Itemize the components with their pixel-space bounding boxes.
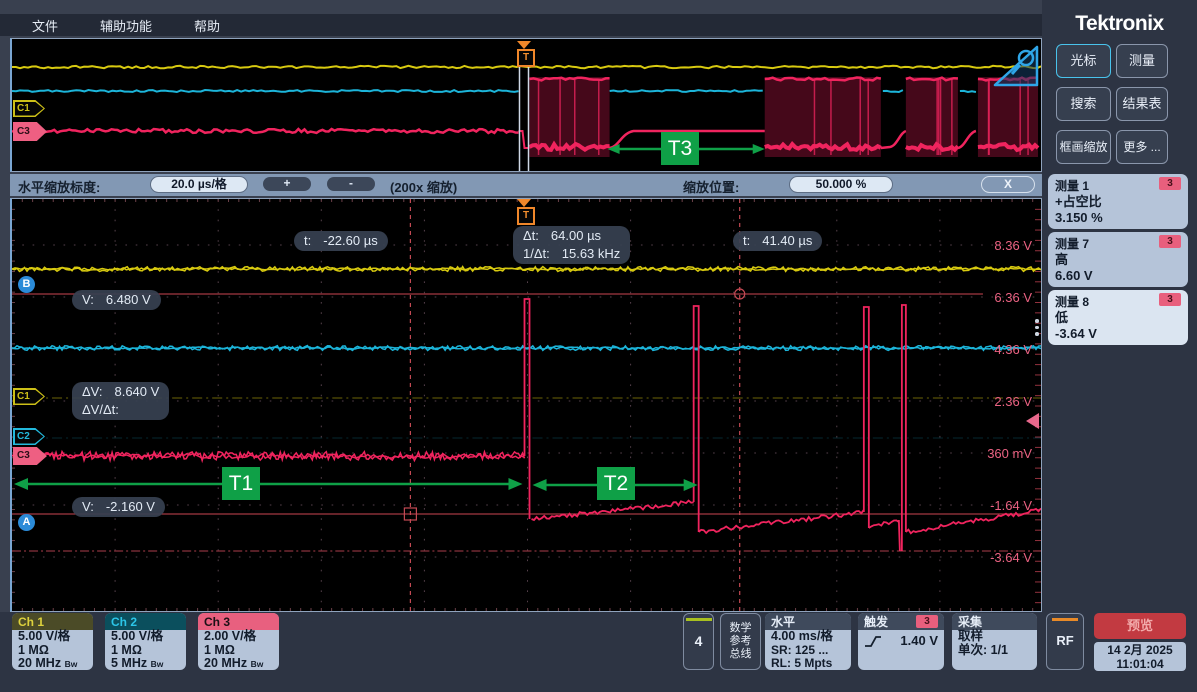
- waveform-count-button[interactable]: 4: [683, 613, 714, 670]
- zoom-close-button[interactable]: X: [981, 176, 1035, 193]
- bandwidth-suffix: Bw: [251, 659, 264, 669]
- cursor2-marker[interactable]: C2: [13, 428, 45, 445]
- trigger-position-icon-main[interactable]: [517, 199, 531, 207]
- cursor-a-voltage-readout: V:-2.160 V: [72, 497, 165, 517]
- more-button[interactable]: 更多 ...: [1116, 130, 1168, 164]
- oscilloscope-screen: 文件 辅助功能 帮助 C1 C3 T3 T 水平缩放标度: 20.0 µs/格 …: [0, 0, 1197, 692]
- trigger-marker-overview[interactable]: T: [517, 49, 535, 67]
- cursor1-marker[interactable]: C1: [13, 388, 45, 405]
- trigger-source-badge: 3: [916, 615, 938, 628]
- right-sidebar: Tektronix 光标 测量 搜索 结果表 框画缩放 更多 ... 测量 1 …: [1042, 0, 1197, 612]
- tektronix-logo: Tektronix: [1042, 12, 1197, 36]
- zoom-in-button[interactable]: +: [263, 177, 311, 191]
- source-badge: 3: [1159, 177, 1181, 190]
- trigger-position-icon[interactable]: [517, 41, 531, 49]
- rising-edge-icon: [864, 635, 882, 647]
- main-graticule: T t:-22.60 µs Δt:64.00 µs 1/Δt:15.63 kHz…: [10, 198, 1042, 612]
- channel2-badge[interactable]: Ch 2 5.00 V/格 1 MΩ 5 MHz Bw: [105, 613, 186, 670]
- bottom-status-bar: Ch 1 5.00 V/格 1 MΩ 20 MHz Bw Ch 2 5.00 V…: [0, 612, 1197, 692]
- delta-voltage-readout: ΔV:8.640 V ΔV/Δt:: [72, 382, 169, 420]
- preview-status-badge: 预览: [1094, 613, 1186, 639]
- horizontal-badge[interactable]: 水平 4.00 ms/格 SR: 125 ... RL: 5 Mpts: [765, 613, 851, 670]
- datetime-display[interactable]: 14 2月 2025 11:01:04: [1094, 642, 1186, 671]
- annotation-t1-label: T1: [222, 467, 260, 500]
- math-ref-bus-button[interactable]: 数学 参考 总线: [720, 613, 761, 670]
- measure-button[interactable]: 测量: [1116, 44, 1168, 78]
- axis-label-1: 6.36 V: [964, 290, 1032, 305]
- waveform-color-line: [686, 618, 712, 621]
- axis-label-4: 360 mV: [964, 446, 1032, 461]
- annotation-t2-label: T2: [597, 467, 635, 500]
- cursor-b-badge[interactable]: B: [18, 276, 35, 293]
- trigger-marker-main[interactable]: T: [517, 207, 535, 225]
- axis-label-3: 2.36 V: [964, 394, 1032, 409]
- cursor-b-voltage-readout: V:6.480 V: [72, 290, 161, 310]
- axis-label-2: 4.36 V: [964, 342, 1032, 357]
- cursor-b-time-readout: t:41.40 µs: [733, 231, 822, 251]
- zoom-out-button[interactable]: -: [327, 177, 375, 191]
- axis-label-0: 8.36 V: [964, 238, 1032, 253]
- channel1-badge[interactable]: Ch 1 5.00 V/格 1 MΩ 20 MHz Bw: [12, 613, 93, 670]
- axis-label-5: -1.64 V: [964, 498, 1032, 513]
- zoom-position-label: 缩放位置:: [683, 177, 739, 196]
- zoom-scale-value[interactable]: 20.0 µs/格: [150, 176, 248, 193]
- waveform-overview: C1 C3 T3 T: [10, 38, 1042, 172]
- axis-label-6: -3.64 V: [964, 550, 1032, 565]
- rf-color-line: [1052, 618, 1078, 621]
- cursors-button[interactable]: 光标: [1056, 44, 1111, 78]
- zoom-scale-label: 水平缩放标度:: [18, 177, 100, 196]
- search-button[interactable]: 搜索: [1056, 87, 1111, 121]
- draw-a-box-zoom-button[interactable]: 框画缩放: [1056, 130, 1111, 164]
- cursor-a-badge[interactable]: A: [18, 514, 35, 531]
- zoom-factor-label: (200x 缩放): [390, 177, 457, 196]
- menu-utility[interactable]: 辅助功能: [100, 16, 152, 35]
- channel3-marker-overview[interactable]: C3: [13, 122, 47, 141]
- panel-drag-handle[interactable]: [1035, 319, 1039, 336]
- results-table-button[interactable]: 结果表: [1116, 87, 1168, 121]
- cursor1-marker-overview[interactable]: C1: [13, 100, 45, 117]
- bandwidth-suffix: Bw: [151, 659, 164, 669]
- channel3-marker[interactable]: C3: [13, 447, 47, 465]
- source-badge: 3: [1159, 293, 1181, 306]
- cursor-a-time-readout: t:-22.60 µs: [294, 231, 388, 251]
- menu-bar: 文件 辅助功能 帮助: [0, 14, 1042, 36]
- rf-button[interactable]: RF: [1046, 613, 1084, 670]
- channel3-badge[interactable]: Ch 3 2.00 V/格 1 MΩ 20 MHz Bw: [198, 613, 279, 670]
- trigger-level-arrow-icon[interactable]: [1026, 413, 1039, 429]
- measurement-card-7[interactable]: 测量 7 3 高 6.60 V: [1048, 232, 1188, 287]
- menu-file[interactable]: 文件: [32, 16, 58, 35]
- measurement-card-1[interactable]: 测量 1 3 +占空比 3.150 %: [1048, 174, 1188, 229]
- menu-help[interactable]: 帮助: [194, 16, 220, 35]
- source-badge: 3: [1159, 235, 1181, 248]
- acquisition-badge[interactable]: 采集 取样 单次: 1/1: [952, 613, 1037, 670]
- annotation-t3-label: T3: [661, 132, 699, 165]
- zoom-position-value[interactable]: 50.000 %: [789, 176, 893, 193]
- measurement-card-8[interactable]: 测量 8 3 低 -3.64 V: [1048, 290, 1188, 345]
- zoom-controls-bar: 水平缩放标度: 20.0 µs/格 + - (200x 缩放) 缩放位置: 50…: [10, 174, 1042, 196]
- cursor-delta-readout: Δt:64.00 µs 1/Δt:15.63 kHz: [513, 226, 630, 264]
- bandwidth-suffix: Bw: [65, 659, 78, 669]
- trigger-badge[interactable]: 触发 3 1.40 V: [858, 613, 944, 670]
- sidebar-buttons: 光标 测量 搜索 结果表 框画缩放 更多 ...: [1056, 44, 1168, 164]
